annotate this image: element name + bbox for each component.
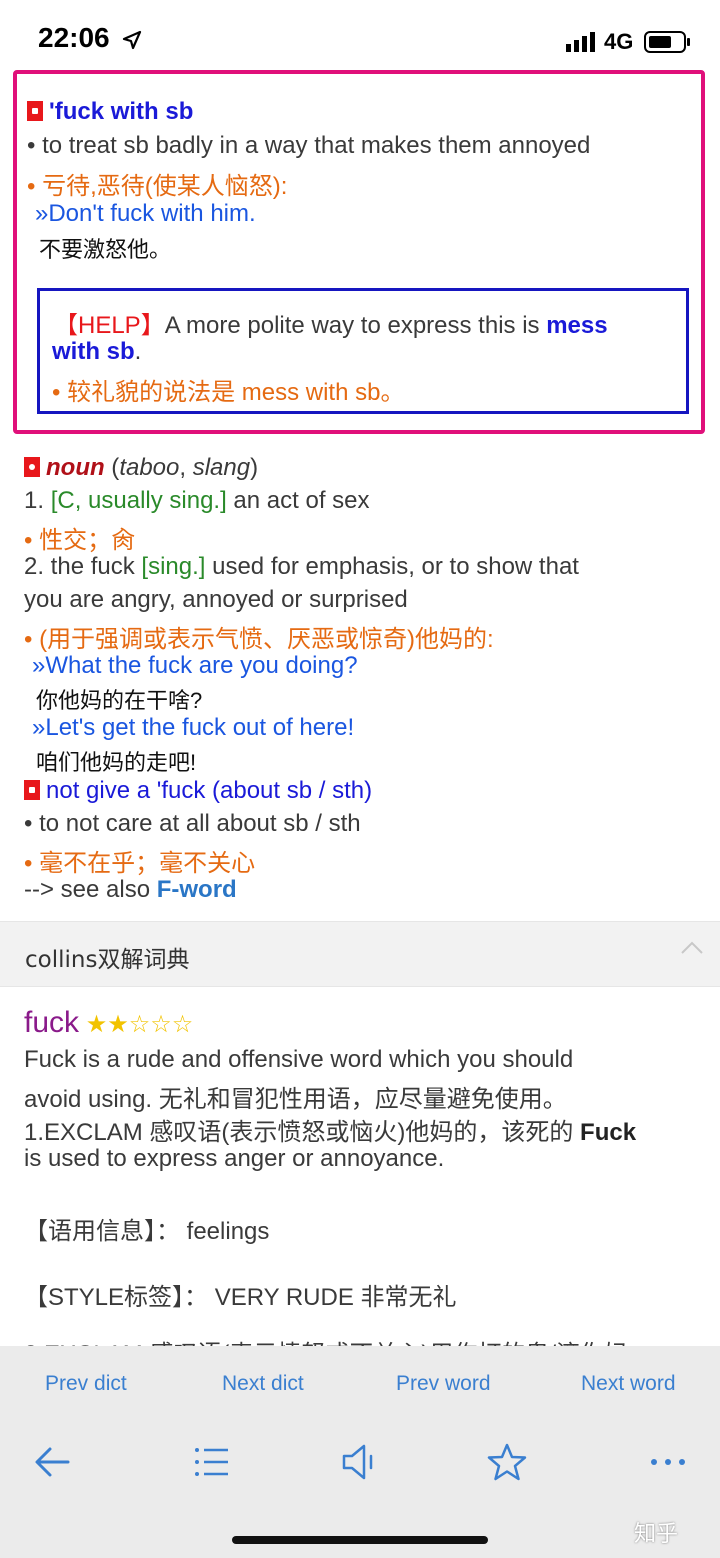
headword: fuck (24, 1006, 80, 1039)
battery-icon (644, 31, 690, 53)
sense-1: 1. [C, usually sing.] an act of sex (24, 487, 370, 514)
frequency-stars: ★★☆☆☆ (85, 1011, 194, 1038)
idiom-definition-cn: • 毫不在乎；毫不关心 (24, 850, 256, 877)
sense-2-cn: • (用于强调或表示气愤、厌恶或惊奇)他妈的: (24, 626, 494, 653)
see-also-link[interactable]: F-word (157, 876, 237, 903)
entry-marker-icon (27, 101, 43, 121)
phrase-text: 'fuck with sb (49, 98, 194, 125)
phrase-definition-cn: • 亏待,恶待(使某人恼怒): (27, 173, 288, 200)
collins-para: 1.EXCLAM 感叹语(表示愤怒或恼火)他妈的，该死的 Fuck (24, 1119, 637, 1146)
next-word-button[interactable]: Next word (581, 1372, 676, 1396)
example-cn: 咱们他妈的走吧! (36, 750, 197, 775)
phrase-heading: 'fuck with sb (27, 98, 193, 126)
network-type: 4G (604, 29, 634, 54)
example-en: »Let's get the fuck out of here! (32, 714, 355, 741)
part-of-speech: noun (46, 454, 105, 481)
style-label: 【STYLE标签】： VERY RUDE 非常无礼 (24, 1284, 457, 1311)
bottom-toolbar: 知乎 (0, 1426, 720, 1558)
dict-nav-bar: Prev dict Next dict Prev word Next word (0, 1346, 720, 1426)
prev-word-button[interactable]: Prev word (396, 1372, 491, 1396)
highlighted-entry: 'fuck with sb • to treat sb badly in a w… (13, 70, 705, 434)
example-cn: 你他妈的在干啥? (36, 688, 203, 713)
collins-para-cut: 2.EXCLAM 感叹语(表示愤怒或不关心)用作打的鬼/滚你妈 (24, 1334, 628, 1346)
grammar-code: [C, usually sing.] (50, 487, 227, 514)
location-arrow-icon (122, 30, 142, 50)
phrase-definition: • to treat sb badly in a way that makes … (27, 132, 591, 159)
chevron-up-icon[interactable] (680, 940, 704, 956)
entry-marker-icon (24, 780, 40, 800)
usage-labels: (taboo, slang) (104, 454, 259, 481)
help-note: 【HELP】A more polite way to express this … (37, 288, 689, 414)
collins-section-header[interactable]: collins双解词典 (0, 921, 720, 987)
see-also: --> see also F-word (24, 876, 237, 903)
idiom-heading: not give a 'fuck (about sb / sth) (24, 777, 372, 805)
help-line-1: 【HELP】A more polite way to express this … (54, 305, 608, 340)
sense-2-cont: you are angry, annoyed or surprised (24, 586, 408, 613)
star-icon[interactable] (487, 1442, 527, 1482)
collins-para: is used to express anger or annoyance. (24, 1145, 445, 1172)
example-en: »Don't fuck with him. (35, 200, 256, 227)
help-cn: • 较礼貌的说法是 mess with sb。 (52, 379, 405, 406)
collins-para: avoid using. 无礼和冒犯性用语，应尽量避免使用。 (24, 1086, 567, 1113)
prev-dict-button[interactable]: Prev dict (45, 1372, 127, 1396)
sense-1-cn: • 性交；肏 (24, 527, 136, 554)
status-time: 22:06 (38, 22, 110, 53)
more-icon[interactable] (648, 1442, 688, 1482)
help-end: . (134, 338, 142, 365)
sense-2: 2. the fuck [sing.] used for emphasis, o… (24, 553, 579, 580)
watermark: 知乎 (634, 1521, 679, 1546)
grammar-code: [sing.] (141, 553, 206, 580)
pos-marker-icon (24, 457, 40, 477)
speaker-icon[interactable] (340, 1442, 380, 1482)
idiom-definition: • to not care at all about sb / sth (24, 810, 361, 837)
noun-heading: noun (taboo, slang) (24, 454, 258, 482)
section-title: collins双解词典 (25, 947, 190, 973)
help-line-2: with sb. (52, 338, 141, 366)
collins-para: Fuck is a rude and offensive word which … (24, 1046, 574, 1073)
help-text: A more polite way to express this is (164, 312, 547, 339)
idiom-text: not give a 'fuck (about sb / sth) (46, 777, 373, 804)
signal-icon (566, 32, 595, 52)
back-arrow-icon[interactable] (32, 1442, 72, 1482)
usage-info: 【语用信息】： feelings (24, 1218, 270, 1245)
collins-headword: fuck ★★☆☆☆ (24, 1006, 193, 1040)
help-term: mess (546, 312, 608, 339)
home-indicator[interactable] (232, 1536, 488, 1544)
list-icon[interactable] (192, 1442, 232, 1482)
next-dict-button[interactable]: Next dict (222, 1372, 304, 1396)
dictionary-content[interactable]: 'fuck with sb • to treat sb badly in a w… (0, 68, 720, 1346)
example-en: »What the fuck are you doing? (32, 652, 358, 679)
help-term-2: with sb (52, 338, 135, 365)
example-cn: 不要激怒他。 (39, 237, 172, 262)
help-tag: 【HELP】 (54, 312, 165, 339)
